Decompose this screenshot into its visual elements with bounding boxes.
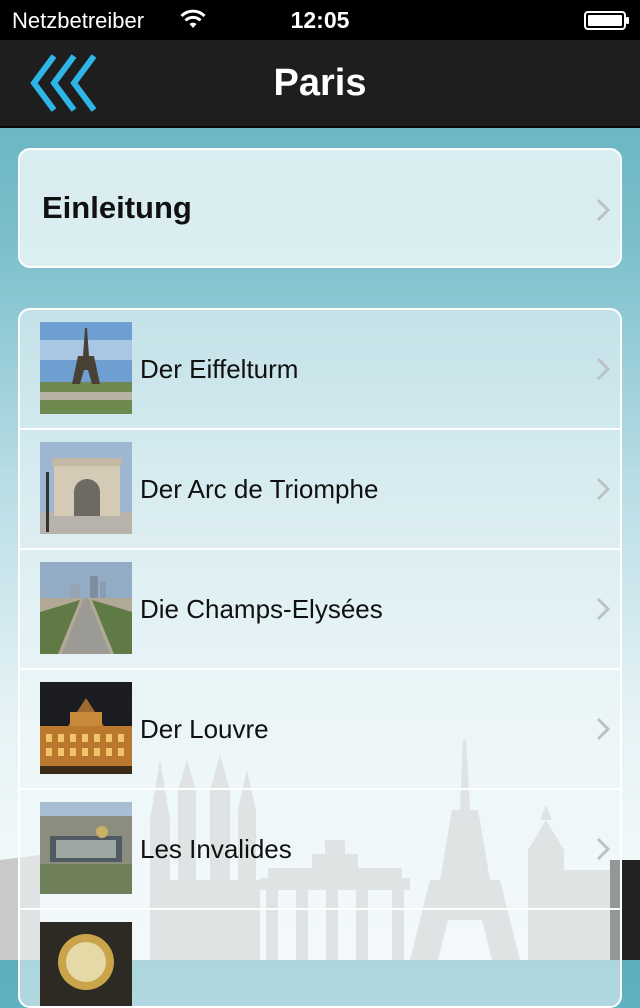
sight-label: Les Invalides xyxy=(140,834,292,864)
page-title: Paris xyxy=(273,62,367,104)
sight-label: Der Arc de Triomphe xyxy=(140,474,379,504)
museum-thumbnail xyxy=(40,922,132,1006)
navigation-bar: Paris xyxy=(0,40,640,128)
sight-row-louvre[interactable]: Der Louvre xyxy=(20,670,620,790)
sight-label: Der Eiffelturm xyxy=(140,354,299,384)
battery-icon xyxy=(584,11,629,30)
champs-elysees-thumbnail xyxy=(40,562,132,654)
sight-row-arc-de-triomphe[interactable]: Der Arc de Triomphe xyxy=(20,430,620,550)
chevron-right-icon xyxy=(596,357,610,381)
clock-time: 12:05 xyxy=(290,7,350,33)
sight-row-les-invalides[interactable]: Les Invalides xyxy=(20,790,620,910)
chevron-right-icon xyxy=(596,717,610,741)
les-invalides-thumbnail xyxy=(40,802,132,894)
sights-list: Der Eiffelturm Der Arc de Triomphe Die C… xyxy=(18,308,622,1008)
status-bar: Netzbetreiber 12:05 xyxy=(0,0,640,40)
sight-row-partial[interactable] xyxy=(20,910,620,1006)
intro-item[interactable]: Einleitung xyxy=(18,148,622,268)
louvre-thumbnail xyxy=(40,682,132,774)
eiffel-tower-thumbnail xyxy=(40,322,132,414)
arc-de-triomphe-thumbnail xyxy=(40,442,132,534)
sight-label: Die Champs-Elysées xyxy=(140,594,383,624)
sight-row-champs-elysees[interactable]: Die Champs-Elysées xyxy=(20,550,620,670)
chevron-right-icon xyxy=(596,597,610,621)
sight-label: Der Louvre xyxy=(140,714,269,744)
chevron-right-icon xyxy=(596,837,610,861)
sight-row-eiffel-tower[interactable]: Der Eiffelturm xyxy=(20,310,620,430)
chevron-right-icon xyxy=(596,477,610,501)
intro-label: Einleitung xyxy=(42,190,192,225)
chevron-right-icon xyxy=(596,198,610,222)
